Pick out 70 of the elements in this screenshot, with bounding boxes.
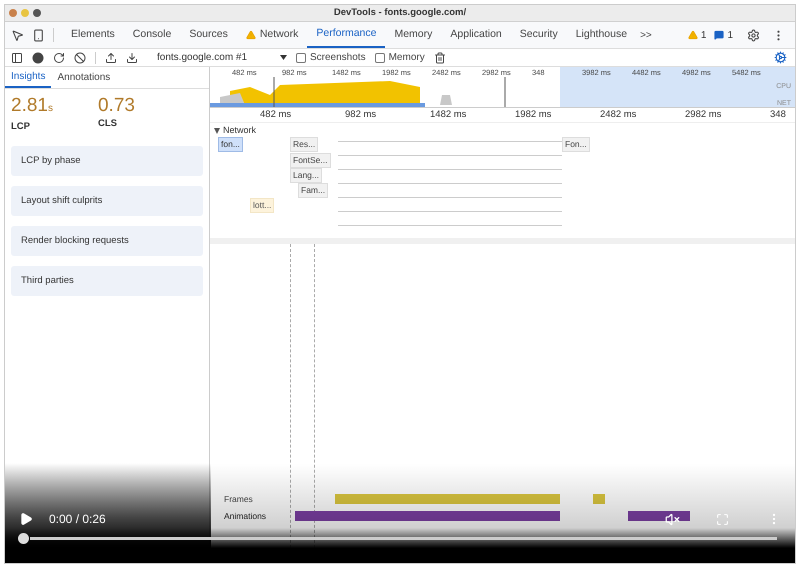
request-bar[interactable]: lott... bbox=[250, 198, 274, 213]
time-tick: 1982 ms bbox=[515, 108, 552, 122]
video-time: 0:00 / 0:26 bbox=[49, 511, 106, 528]
network-track-header[interactable]: Network bbox=[214, 124, 256, 138]
device-icon[interactable] bbox=[32, 28, 45, 42]
more-tabs-button[interactable]: >> bbox=[636, 28, 656, 42]
caret-icon bbox=[280, 55, 287, 60]
metric-value: 2.81s bbox=[11, 95, 53, 118]
zoom-icon[interactable] bbox=[33, 9, 41, 17]
garbage-collect-icon[interactable] bbox=[434, 52, 446, 64]
panel-tab[interactable]: Sources bbox=[180, 22, 237, 48]
close-icon[interactable] bbox=[9, 9, 17, 17]
record-icon[interactable] bbox=[32, 52, 44, 64]
window-title: DevTools - fonts.google.com/ bbox=[334, 6, 466, 20]
insight-card[interactable]: Render blocking requests bbox=[11, 226, 203, 256]
metric-label: CLS bbox=[98, 117, 118, 131]
progress-thumb[interactable] bbox=[18, 533, 29, 544]
request-bar[interactable]: Lang... bbox=[290, 168, 322, 183]
panel-tab[interactable]: Lighthouse bbox=[566, 22, 636, 48]
muted-icon[interactable] bbox=[665, 512, 680, 526]
request-bar[interactable]: FontSe... bbox=[290, 153, 330, 168]
track-label: Frames bbox=[223, 492, 254, 506]
warning-icon bbox=[688, 30, 698, 40]
panel-tab[interactable]: Security bbox=[510, 22, 567, 48]
sidebar-tab[interactable]: Insights bbox=[5, 67, 52, 88]
play-icon[interactable] bbox=[19, 512, 33, 526]
message-icon bbox=[714, 30, 724, 40]
clear-icon[interactable] bbox=[74, 52, 86, 64]
panel-tab[interactable]: Memory bbox=[385, 22, 442, 48]
recording-select[interactable]: fonts.google.com #1 bbox=[157, 50, 287, 65]
time-tick: 982 ms bbox=[345, 108, 378, 122]
warning-icon bbox=[246, 30, 256, 40]
progress-track[interactable] bbox=[30, 537, 777, 540]
capture-settings-icon[interactable] bbox=[774, 51, 787, 64]
inspect-icon[interactable] bbox=[11, 28, 24, 42]
metric-label: LCP bbox=[11, 120, 31, 134]
time-tick: 2982 ms bbox=[685, 108, 722, 122]
sidebar-toggle-icon[interactable] bbox=[11, 52, 23, 64]
reload-icon[interactable] bbox=[53, 52, 65, 64]
panel-tab[interactable]: Performance bbox=[307, 22, 386, 48]
message-count[interactable]: 1 bbox=[714, 28, 733, 42]
checkbox-label[interactable]: Memory bbox=[374, 50, 425, 65]
panel-tab[interactable]: Network bbox=[236, 22, 308, 48]
insight-card[interactable]: Layout shift culprits bbox=[11, 186, 203, 216]
panel-tab[interactable]: Console bbox=[124, 22, 180, 48]
time-tick: 482 ms bbox=[260, 108, 292, 122]
request-bar[interactable]: Fon... bbox=[562, 137, 590, 152]
time-tick: 348 bbox=[770, 108, 787, 122]
request-bar[interactable]: Fam... bbox=[298, 183, 328, 198]
upload-icon[interactable] bbox=[105, 52, 117, 64]
request-bar[interactable]: fon... bbox=[218, 137, 243, 152]
frame-bar bbox=[593, 494, 605, 504]
request-bar[interactable]: Res... bbox=[290, 137, 318, 152]
animation-bar bbox=[628, 511, 690, 521]
download-icon[interactable] bbox=[126, 52, 138, 64]
insight-card[interactable]: Third parties bbox=[11, 266, 203, 296]
insight-card[interactable]: LCP by phase bbox=[11, 146, 203, 176]
panel-tab[interactable]: Application bbox=[441, 22, 511, 48]
checkbox[interactable] bbox=[296, 52, 306, 62]
metric-value: 0.73 bbox=[98, 95, 135, 117]
time-tick: 2482 ms bbox=[600, 108, 638, 122]
warning-count[interactable]: 1 bbox=[688, 28, 706, 42]
track-label: Animations bbox=[223, 510, 268, 522]
panel-tab[interactable]: Elements bbox=[62, 22, 124, 48]
settings-icon[interactable] bbox=[747, 28, 760, 42]
expand-arrow-icon bbox=[214, 128, 220, 134]
sidebar-tab[interactable]: Annotations bbox=[51, 67, 116, 88]
time-tick: 1482 ms bbox=[430, 108, 468, 122]
checkbox[interactable] bbox=[374, 52, 385, 62]
checkbox-label[interactable]: Screenshots bbox=[296, 50, 366, 65]
